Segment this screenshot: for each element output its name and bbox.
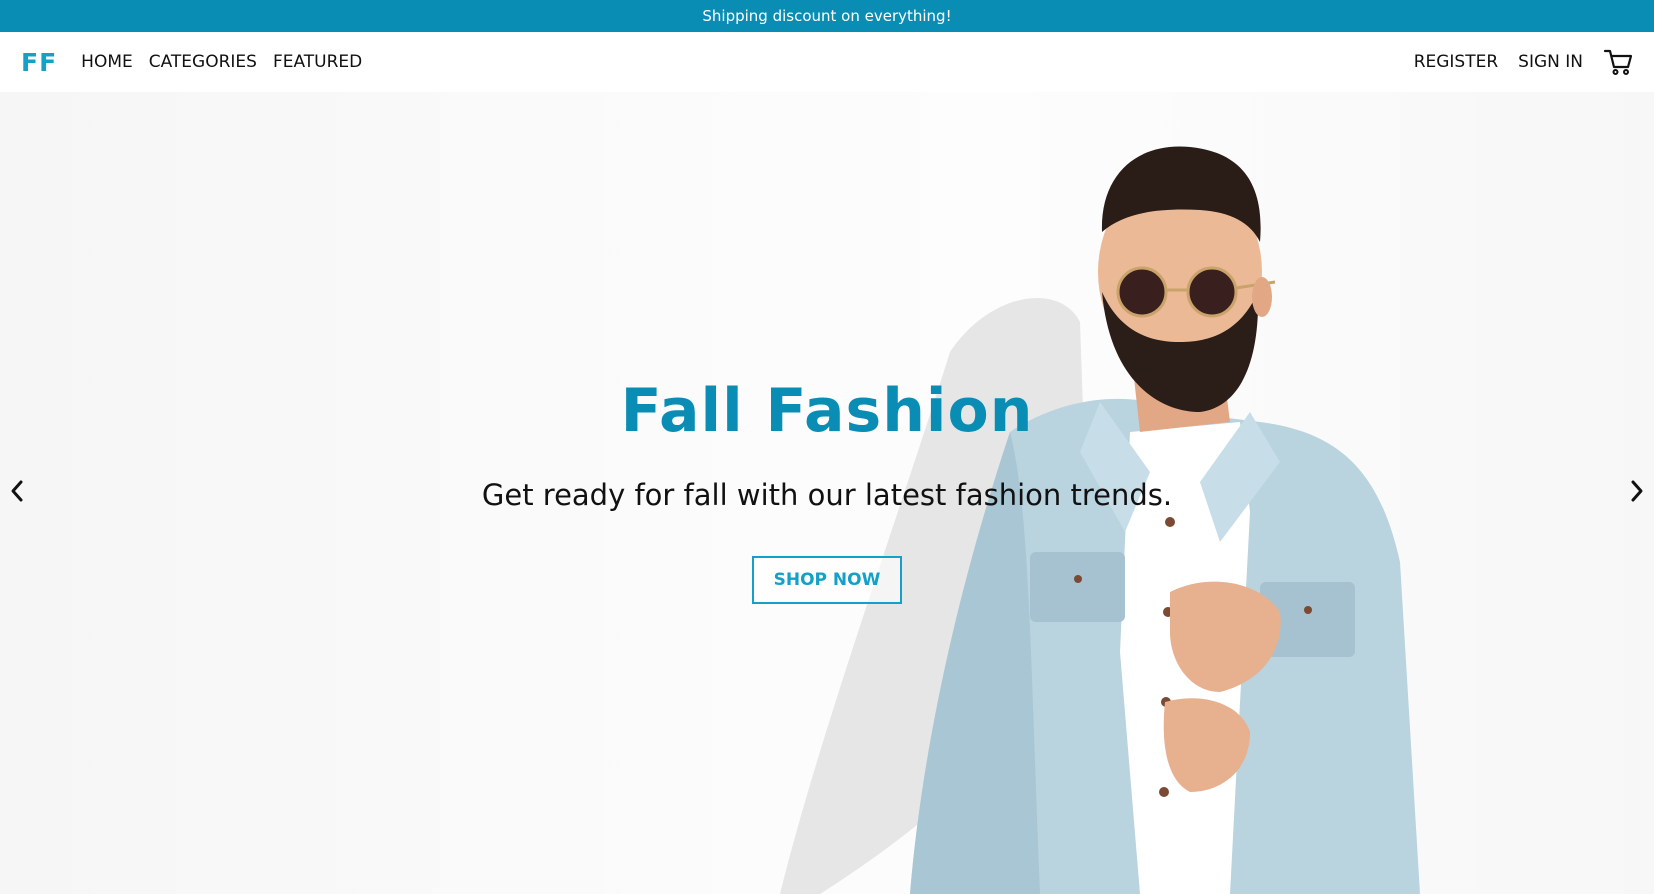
nav-link-home[interactable]: HOME [81, 52, 133, 72]
promo-text: Shipping discount on everything! [702, 7, 952, 25]
carousel-next-button[interactable] [1622, 476, 1652, 506]
sign-in-link[interactable]: SIGN IN [1518, 52, 1583, 72]
hero-content: Fall Fashion Get ready for fall with our… [0, 92, 1654, 894]
nav-link-featured[interactable]: FEATURED [273, 52, 362, 72]
chevron-left-icon [11, 480, 23, 502]
hero-title: Fall Fashion [620, 376, 1034, 446]
promo-banner: Shipping discount on everything! [0, 0, 1654, 32]
chevron-right-icon [1631, 480, 1643, 502]
account-nav: REGISTER SIGN IN [1414, 48, 1633, 76]
hero-carousel: Fall Fashion Get ready for fall with our… [0, 92, 1654, 894]
shop-now-button[interactable]: SHOP NOW [752, 556, 902, 604]
shopping-cart-icon[interactable] [1603, 48, 1633, 76]
top-navbar: FF HOME CATEGORIES FEATURED REGISTER SIG… [0, 32, 1654, 92]
nav-link-categories[interactable]: CATEGORIES [149, 52, 257, 72]
carousel-prev-button[interactable] [2, 476, 32, 506]
register-link[interactable]: REGISTER [1414, 52, 1498, 72]
logo[interactable]: FF [21, 48, 57, 77]
hero-subtitle: Get ready for fall with our latest fashi… [481, 478, 1173, 512]
primary-nav: HOME CATEGORIES FEATURED [81, 52, 362, 72]
